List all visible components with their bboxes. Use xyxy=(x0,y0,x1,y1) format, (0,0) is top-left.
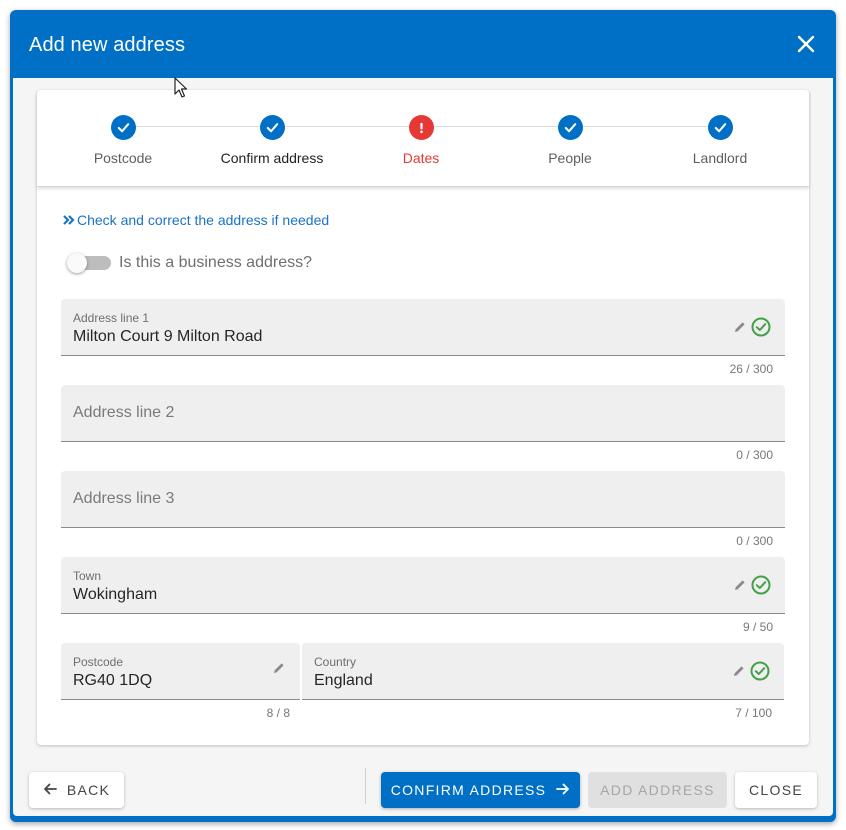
close-button[interactable]: CLOSE xyxy=(735,772,817,808)
exclamation-icon xyxy=(408,115,434,140)
double-chevron-right-icon xyxy=(63,213,75,227)
step-label: People xyxy=(548,150,592,166)
field-label: Address line 1 xyxy=(73,311,150,325)
business-address-toggle-row: Is this a business address? xyxy=(67,253,312,273)
field-icons xyxy=(733,317,771,342)
dialog-header: Add new address xyxy=(10,10,836,78)
step-confirm-address[interactable]: Confirm address xyxy=(197,115,347,166)
field-value: England xyxy=(314,672,373,689)
business-address-toggle[interactable] xyxy=(67,253,111,273)
field-value: Wokingham xyxy=(73,586,158,603)
town-field[interactable]: Town Wokingham xyxy=(61,557,785,614)
address-line-3-field[interactable]: Address line 3 xyxy=(61,471,785,528)
confirm-address-label: CONFIRM ADDRESS xyxy=(390,782,547,798)
pencil-icon xyxy=(733,320,747,339)
postcode-field[interactable]: Postcode RG40 1DQ xyxy=(61,643,300,700)
close-button-label: CLOSE xyxy=(749,782,803,798)
check-icon xyxy=(557,115,583,140)
step-dates[interactable]: Dates xyxy=(346,115,496,166)
mouse-cursor-icon xyxy=(174,77,188,104)
check-icon xyxy=(110,115,136,140)
arrow-right-icon xyxy=(556,782,570,799)
field-icons xyxy=(272,661,286,680)
step-label: Landlord xyxy=(692,150,748,166)
arrow-left-icon xyxy=(43,782,57,799)
field-label: Town xyxy=(73,569,102,583)
dialog-title: Add new address xyxy=(29,34,186,56)
check-circle-icon xyxy=(750,661,770,686)
toggle-thumb xyxy=(67,253,87,273)
check-circle-icon xyxy=(751,317,771,342)
field-icons xyxy=(732,661,770,686)
dialog-body: Postcode Confirm address Dates People La… xyxy=(13,78,833,816)
country-field[interactable]: Country England xyxy=(302,643,784,700)
field-label: Postcode xyxy=(73,655,124,669)
step-label: Dates xyxy=(402,150,440,166)
hint-text: Check and correct the address if needed xyxy=(77,212,330,228)
add-address-dialog: Add new address Postcode Confirm address… xyxy=(10,10,836,822)
step-postcode[interactable]: Postcode xyxy=(48,115,198,166)
country-counter: 7 / 100 xyxy=(735,706,772,720)
field-value: Milton Court 9 Milton Road xyxy=(73,328,263,345)
back-button-label: BACK xyxy=(66,782,111,798)
field-value: RG40 1DQ xyxy=(73,672,153,689)
step-people[interactable]: People xyxy=(495,115,645,166)
step-landlord[interactable]: Landlord xyxy=(645,115,795,166)
field-placeholder: Address line 2 xyxy=(73,404,175,421)
add-address-label: ADD ADDRESS xyxy=(600,782,715,798)
town-counter: 9 / 50 xyxy=(742,620,773,634)
address-line-3-counter: 0 / 300 xyxy=(736,534,773,548)
check-icon xyxy=(259,115,285,140)
check-circle-icon xyxy=(751,575,771,600)
pencil-icon xyxy=(732,664,746,683)
confirm-address-button[interactable]: CONFIRM ADDRESS xyxy=(381,772,580,808)
address-line-1-counter: 26 / 300 xyxy=(729,362,773,376)
stepper: Postcode Confirm address Dates People La… xyxy=(37,90,809,187)
back-button[interactable]: BACK xyxy=(29,772,124,808)
address-line-2-counter: 0 / 300 xyxy=(736,448,773,462)
check-icon xyxy=(707,115,733,140)
close-icon[interactable] xyxy=(796,34,816,54)
add-address-button: ADD ADDRESS xyxy=(588,772,727,808)
address-card: Postcode Confirm address Dates People La… xyxy=(37,90,809,745)
field-label: Country xyxy=(314,655,357,669)
address-line-1-field[interactable]: Address line 1 Milton Court 9 Milton Roa… xyxy=(61,299,785,356)
dialog-footer: BACK CONFIRM ADDRESS ADD ADDRESS CLOSE xyxy=(13,758,833,816)
toggle-label: Is this a business address? xyxy=(119,254,312,271)
postcode-counter: 8 / 8 xyxy=(266,706,290,720)
pencil-icon xyxy=(272,661,286,680)
pencil-icon xyxy=(733,578,747,597)
address-line-2-field[interactable]: Address line 2 xyxy=(61,385,785,442)
address-hint[interactable]: Check and correct the address if needed xyxy=(63,212,329,228)
step-label: Confirm address xyxy=(220,150,324,166)
field-placeholder: Address line 3 xyxy=(73,490,175,507)
step-label: Postcode xyxy=(93,150,153,166)
field-icons xyxy=(733,575,771,600)
footer-divider xyxy=(365,768,366,804)
